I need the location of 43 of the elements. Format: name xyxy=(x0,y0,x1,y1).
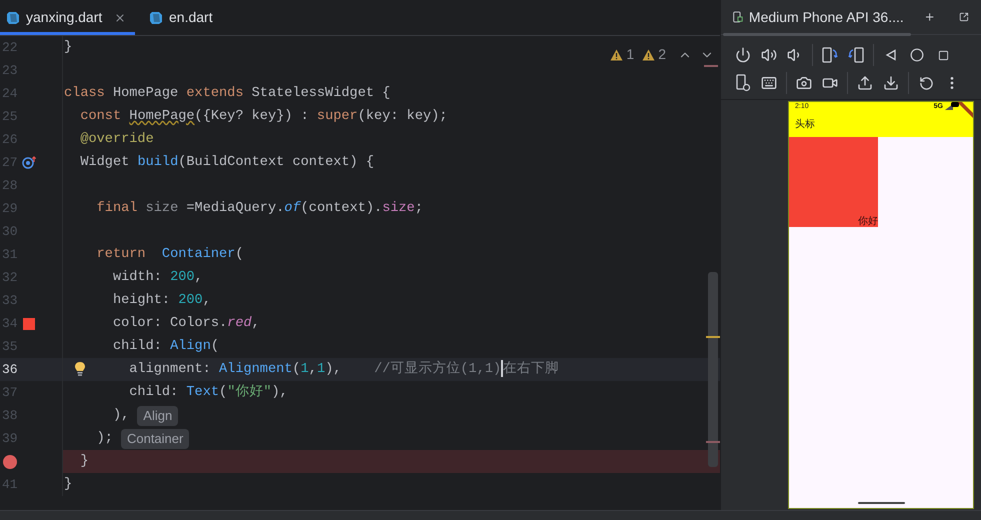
app-bar-title: 头标 xyxy=(795,118,816,132)
override-icon[interactable] xyxy=(22,156,37,169)
code-line: child: Align( xyxy=(112,338,220,356)
file-tab[interactable]: en.dart xyxy=(135,0,219,35)
scrollbar-thumb[interactable] xyxy=(708,272,718,467)
device-tab[interactable]: Medium Phone API 36.... xyxy=(748,6,904,28)
error-stripe-mark xyxy=(706,336,720,338)
inlay-hint: Container xyxy=(120,428,190,448)
code-line: } xyxy=(64,39,72,57)
file-tab[interactable]: yanxing.dart xyxy=(0,0,135,35)
code-line: color: Colors.red, xyxy=(112,315,260,333)
code-line: ); xyxy=(96,430,113,448)
warning-icon xyxy=(610,48,624,60)
warning-icon xyxy=(642,48,656,60)
inlay-hint: Align xyxy=(137,406,178,426)
color-swatch[interactable] xyxy=(23,318,35,330)
code-line: class HomePage extends StatelessWidget { xyxy=(64,85,390,103)
code-line: const HomePage({Key? key}) : super(key: key); xyxy=(80,108,448,126)
inspection-widget[interactable]: 2 xyxy=(642,44,666,65)
dart-file-icon xyxy=(149,10,163,24)
code-line: } xyxy=(64,476,72,494)
code-line: final size =MediaQuery.of(context).size; xyxy=(96,200,424,218)
external-icon[interactable] xyxy=(959,10,969,24)
code-line: Widget build(BuildContext context) { xyxy=(80,154,374,172)
phone-icon xyxy=(733,9,743,25)
close-icon[interactable] xyxy=(114,12,126,24)
scrollbar-thumb[interactable] xyxy=(723,33,911,36)
navigation-handle[interactable] xyxy=(858,502,905,504)
error-stripe-mark xyxy=(706,441,720,443)
code-line: alignment: Alignment(1,1), //可显示方位(1,1)在右下脚 xyxy=(129,358,560,381)
container-block: 你好 xyxy=(789,137,878,227)
inspection-widget[interactable]: 1 xyxy=(610,44,634,65)
code-line: } xyxy=(80,453,88,471)
code-line: width: 200, xyxy=(112,269,203,287)
code-line: height: 200, xyxy=(112,292,211,310)
code-line: child: Text("你好"), xyxy=(129,383,288,402)
code-line: return Container( xyxy=(96,246,244,264)
lightbulb-icon[interactable] xyxy=(74,361,86,377)
dart-file-icon xyxy=(6,10,20,24)
error-stripe-mark xyxy=(704,65,718,67)
code-line: ), xyxy=(112,407,130,425)
code-line: @override xyxy=(80,131,154,149)
line-number: 36 xyxy=(2,360,18,379)
